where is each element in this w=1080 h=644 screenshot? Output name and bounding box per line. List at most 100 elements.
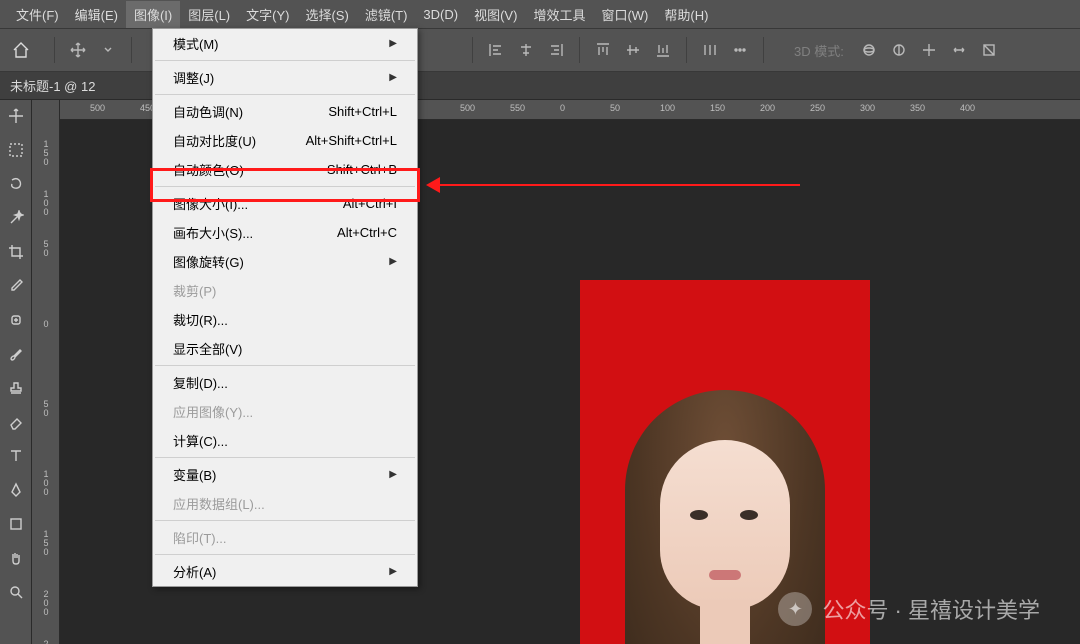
wand-tool[interactable] <box>4 206 28 230</box>
ruler-tick: 150 <box>710 103 725 113</box>
align-hcenter-icon[interactable] <box>513 37 539 63</box>
move-arrows-icon[interactable] <box>65 37 91 63</box>
stamp-tool[interactable] <box>4 376 28 400</box>
menu-item-label: 画布大小(S)... <box>173 223 253 242</box>
crop-tool[interactable] <box>4 240 28 264</box>
ruler-tick: 550 <box>510 103 525 113</box>
zoom-tool[interactable] <box>4 580 28 604</box>
ruler-tick: 500 <box>460 103 475 113</box>
home-icon[interactable] <box>6 35 36 65</box>
menu-item-22: 陷印(T)... <box>153 523 417 552</box>
shape-tool[interactable] <box>4 512 28 536</box>
menu-view[interactable]: 视图(V) <box>466 1 525 28</box>
ruler-tick: 300 <box>860 103 875 113</box>
menu-item-label: 图像旋转(G) <box>173 252 244 271</box>
image-menu-dropdown: 模式(M)▶调整(J)▶自动色调(N)Shift+Ctrl+L自动对比度(U)A… <box>152 28 418 587</box>
menu-item-10[interactable]: 图像旋转(G) ▶ <box>153 247 417 276</box>
ruler-tick: 50 <box>34 400 58 418</box>
menu-item-label: 自动色调(N) <box>173 102 243 121</box>
align-right-icon[interactable] <box>543 37 569 63</box>
brush-tool[interactable] <box>4 342 28 366</box>
menu-item-5[interactable]: 自动对比度(U)Alt+Shift+Ctrl+L <box>153 126 417 155</box>
menu-plugins[interactable]: 增效工具 <box>525 1 593 28</box>
ruler-tick: 350 <box>910 103 925 113</box>
menu-item-24[interactable]: 分析(A)▶ <box>153 557 417 586</box>
menu-item-shortcut: Shift+Ctrl+B <box>327 162 397 177</box>
ruler-tick: 100 <box>34 190 58 217</box>
menu-item-label: 自动对比度(U) <box>173 131 256 150</box>
ruler-tick: 0 <box>34 320 58 329</box>
menu-image[interactable]: 图像(I) <box>126 1 180 28</box>
menu-item-4[interactable]: 自动色调(N)Shift+Ctrl+L <box>153 97 417 126</box>
menu-item-shortcut: Alt+Ctrl+I <box>343 196 397 211</box>
align-top-icon[interactable] <box>590 37 616 63</box>
menu-item-label: 应用数据组(L)... <box>173 494 265 513</box>
eraser-tool[interactable] <box>4 410 28 434</box>
menu-item-15[interactable]: 复制(D)... <box>153 368 417 397</box>
chevron-down-icon[interactable] <box>95 37 121 63</box>
ruler-tick: 100 <box>660 103 675 113</box>
menu-item-16: 应用图像(Y)... <box>153 397 417 426</box>
menu-item-0[interactable]: 模式(M)▶ <box>153 29 417 58</box>
align-bottom-icon[interactable] <box>650 37 676 63</box>
ruler-tick: 150 <box>34 530 58 557</box>
menu-item-19[interactable]: 变量(B)▶ <box>153 460 417 489</box>
hand-tool[interactable] <box>4 546 28 570</box>
align-vcenter-icon[interactable] <box>620 37 646 63</box>
marquee-tool[interactable] <box>4 138 28 162</box>
menu-item-label: 陷印(T)... <box>173 528 226 547</box>
menu-item-2[interactable]: 调整(J)▶ <box>153 63 417 92</box>
menu-layer[interactable]: 图层(L) <box>180 1 238 28</box>
slide-icon[interactable] <box>946 37 972 63</box>
menu-item-label: 模式(M) <box>173 34 219 53</box>
pan-icon[interactable] <box>916 37 942 63</box>
scale-icon[interactable] <box>976 37 1002 63</box>
menu-select[interactable]: 选择(S) <box>297 1 356 28</box>
type-tool[interactable] <box>4 444 28 468</box>
menu-item-label: 复制(D)... <box>173 373 228 392</box>
document-tab[interactable]: 未标题-1 @ 12 <box>0 72 105 99</box>
menu-help[interactable]: 帮助(H) <box>656 1 716 28</box>
menu-edit[interactable]: 编辑(E) <box>67 1 126 28</box>
align-left-icon[interactable] <box>483 37 509 63</box>
ruler-tick: 200 <box>760 103 775 113</box>
more-icon[interactable] <box>727 37 753 63</box>
menu-3d[interactable]: 3D(D) <box>415 3 466 26</box>
menu-item-17[interactable]: 计算(C)... <box>153 426 417 455</box>
eyedropper-tool[interactable] <box>4 274 28 298</box>
submenu-arrow-icon: ▶ <box>389 469 397 480</box>
menu-separator <box>155 365 415 366</box>
orbit-icon[interactable] <box>856 37 882 63</box>
menu-separator <box>155 554 415 555</box>
menu-item-label: 自动颜色(O) <box>173 160 244 179</box>
submenu-arrow-icon: ▶ <box>389 256 397 267</box>
menu-item-8[interactable]: 图像大小(I)... Alt+Ctrl+I <box>153 189 417 218</box>
menu-item-label: 显示全部(V) <box>173 339 242 358</box>
heal-tool[interactable] <box>4 308 28 332</box>
menu-item-6[interactable]: 自动颜色(O) Shift+Ctrl+B <box>153 155 417 184</box>
submenu-arrow-icon: ▶ <box>389 72 397 83</box>
menu-window[interactable]: 窗口(W) <box>593 1 656 28</box>
menu-type[interactable]: 文字(Y) <box>238 1 297 28</box>
menu-item-13[interactable]: 显示全部(V) <box>153 334 417 363</box>
wechat-icon: ✦ <box>778 592 812 626</box>
lasso-tool[interactable] <box>4 172 28 196</box>
distribute-h-icon[interactable] <box>697 37 723 63</box>
move-tool[interactable] <box>4 104 28 128</box>
menu-item-label: 裁切(R)... <box>173 310 228 329</box>
menu-item-20: 应用数据组(L)... <box>153 489 417 518</box>
menu-item-label: 图像大小(I)... <box>173 194 248 213</box>
pen-tool[interactable] <box>4 478 28 502</box>
ruler-tick: 50 <box>34 240 58 258</box>
menu-filter[interactable]: 滤镜(T) <box>357 1 416 28</box>
ruler-vertical: 15010050050100150200250 <box>32 100 60 644</box>
menu-file[interactable]: 文件(F) <box>8 1 67 28</box>
ruler-tick: 0 <box>560 103 565 113</box>
menu-item-12[interactable]: 裁切(R)... <box>153 305 417 334</box>
menu-item-9[interactable]: 画布大小(S)...Alt+Ctrl+C <box>153 218 417 247</box>
menu-separator <box>155 457 415 458</box>
roll-icon[interactable] <box>886 37 912 63</box>
ruler-tick: 100 <box>34 470 58 497</box>
menu-item-label: 分析(A) <box>173 562 216 581</box>
toolbox <box>0 100 32 644</box>
